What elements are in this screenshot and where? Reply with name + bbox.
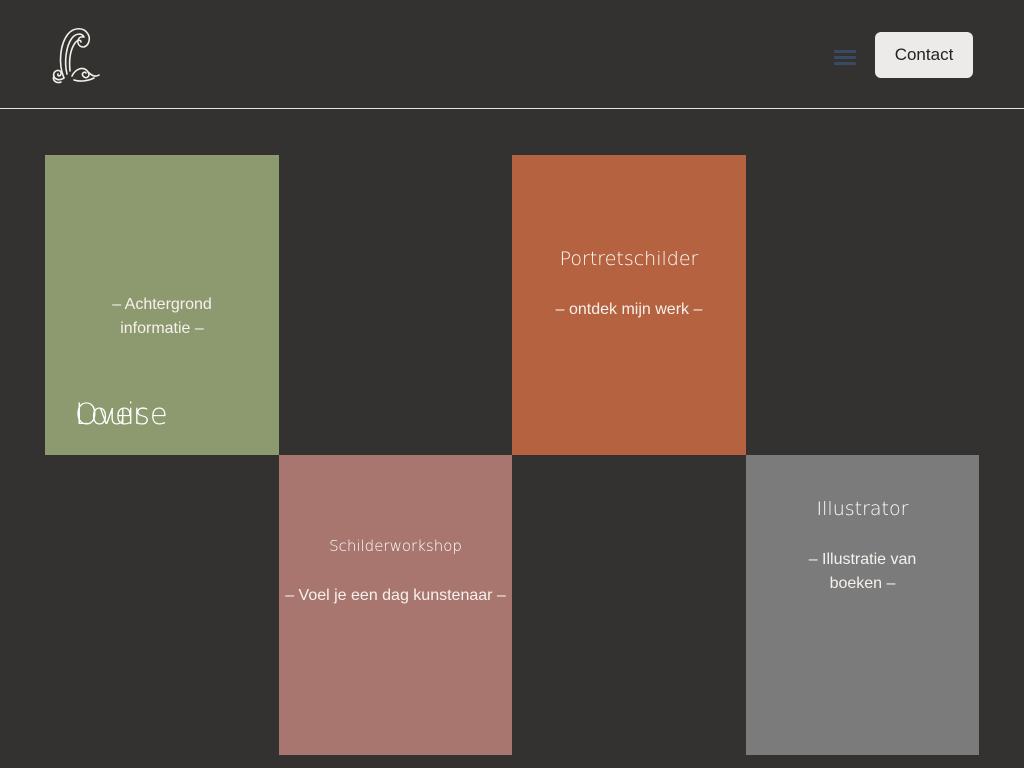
menu-bar-line xyxy=(834,56,856,59)
tile-illustrator-subtitle: – Illustratie van boeken – xyxy=(746,548,979,596)
tile-illustrator-sub-line1: – Illustratie van xyxy=(808,551,917,568)
tile-schilderworkshop[interactable]: Schilderworkshop – Voel je een dag kunst… xyxy=(279,455,512,755)
contact-button[interactable]: Contact xyxy=(875,32,973,78)
tile-over-louise[interactable]: Over Louise – Achtergrond informatie – xyxy=(45,155,279,455)
tile-illustrator-title: Illustrator xyxy=(816,498,909,520)
swirl-logo-icon[interactable] xyxy=(48,24,102,86)
tile-portretschilder[interactable]: Portretschilder – ontdek mijn werk – xyxy=(512,155,746,455)
tile-illustrator-sub-line2: boeken – xyxy=(829,575,896,592)
tile-over-sub-line2: informatie – xyxy=(120,320,204,337)
tile-workshop-title: Schilderworkshop xyxy=(329,537,462,555)
tile-illustrator[interactable]: Illustrator – Illustratie van boeken – xyxy=(746,455,979,755)
tile-portret-title: Portretschilder xyxy=(559,248,699,270)
site-header: Contact xyxy=(0,0,1024,109)
tile-workshop-subtitle: – Voel je een dag kunstenaar – xyxy=(285,587,506,604)
menu-bar-line xyxy=(834,50,856,53)
tile-over-sub-line1: – Achtergrond xyxy=(112,296,212,313)
tile-portret-subtitle: – ontdek mijn werk – xyxy=(555,301,703,318)
tile-over-subtitle: – Achtergrond informatie – xyxy=(45,293,279,341)
menu-bar-line xyxy=(834,62,856,65)
hamburger-menu-icon[interactable] xyxy=(833,48,857,66)
tile-over-title-line2: Louise xyxy=(75,397,168,431)
